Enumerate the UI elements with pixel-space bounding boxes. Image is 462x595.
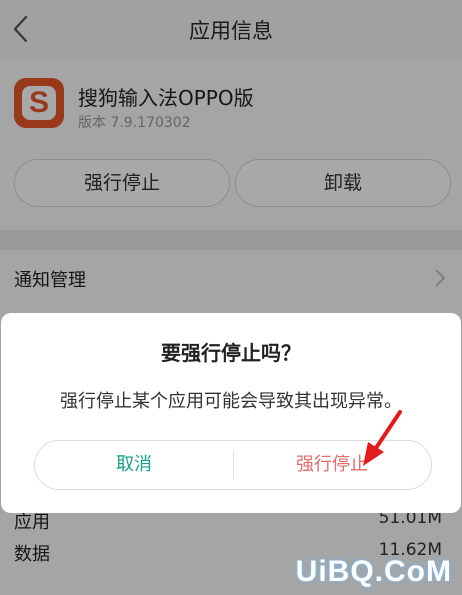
dialog-title: 要强行停止吗？: [161, 341, 301, 365]
red-arrow-icon: [363, 410, 402, 466]
cancel-button[interactable]: 取消: [35, 441, 233, 489]
watermark: UiBQ.CoM: [295, 555, 452, 588]
